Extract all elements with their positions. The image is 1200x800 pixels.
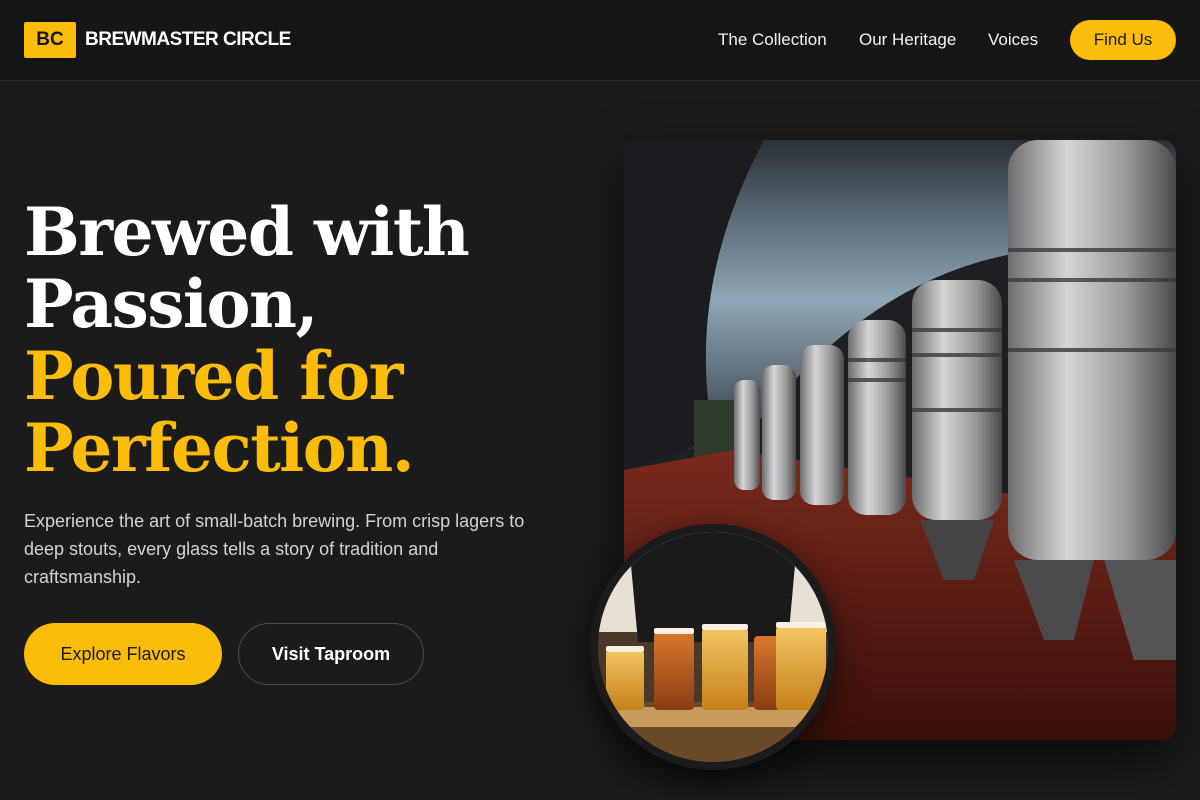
find-us-button[interactable]: Find Us: [1070, 20, 1176, 60]
headline-line-3: Poured for: [24, 337, 403, 415]
nav-item-collection[interactable]: The Collection: [718, 30, 827, 50]
brand-name: BREWMASTER CIRCLE: [85, 29, 291, 50]
beer-flight-image: [590, 524, 836, 770]
visit-taproom-button[interactable]: Visit Taproom: [238, 623, 424, 685]
logo[interactable]: BC BREWMASTER CIRCLE: [24, 22, 291, 58]
headline-line-1: Brewed with: [24, 193, 470, 271]
explore-flavors-button[interactable]: Explore Flavors: [24, 623, 222, 685]
site-header: BC BREWMASTER CIRCLE The Collection Our …: [0, 0, 1200, 81]
headline-line-4: Perfection.: [24, 409, 415, 487]
hero-description: Experience the art of small-batch brewin…: [24, 511, 525, 587]
headline-line-2: Passion,: [24, 265, 319, 343]
hero-headline: Brewed with Passion, Poured for Perfecti…: [24, 193, 470, 487]
nav-item-heritage[interactable]: Our Heritage: [859, 30, 956, 50]
logo-badge: BC: [24, 22, 76, 58]
nav-item-voices[interactable]: Voices: [988, 30, 1038, 50]
